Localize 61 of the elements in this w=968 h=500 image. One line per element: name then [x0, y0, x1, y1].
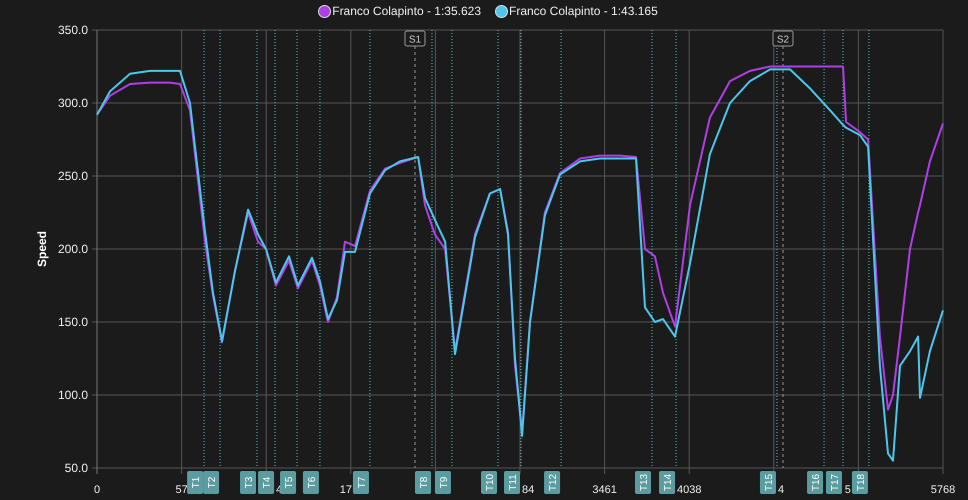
- turn-badge: T11: [504, 471, 520, 494]
- turn-badge: T7: [352, 471, 369, 494]
- ref-line-label: T13: [639, 473, 650, 492]
- axis-tick-label: 250.0: [58, 169, 88, 183]
- ref-line-label: T10: [485, 473, 496, 492]
- turn-badge: T5: [280, 471, 296, 494]
- legend-label[interactable]: Franco Colapinto - 1:35.623: [332, 4, 481, 18]
- ref-line-label: T3: [244, 476, 256, 488]
- axis-tick-label: 0: [94, 484, 100, 496]
- axis-tick-label: 150.0: [58, 315, 88, 329]
- ref-line-label: T18: [856, 473, 867, 492]
- axis-tick-label: 4038: [677, 484, 702, 496]
- legend-label[interactable]: Franco Colapinto - 1:43.165: [509, 4, 658, 18]
- turn-badge: T1: [187, 471, 204, 494]
- axis-tick-label: 5: [844, 484, 851, 496]
- ref-line-label: T7: [356, 476, 368, 488]
- turn-badge: T18: [852, 471, 868, 494]
- ref-line-label: T12: [548, 473, 560, 492]
- axis-tick-label: 17: [340, 484, 352, 496]
- ref-line-label: T14: [663, 473, 674, 492]
- turn-badge: T13: [635, 471, 651, 494]
- turn-badge: T12: [544, 471, 560, 494]
- axis-title: Speed: [35, 231, 49, 267]
- turn-badge: T9: [434, 471, 451, 494]
- axis-tick-label: 50.0: [64, 461, 88, 475]
- turn-badge: T16: [807, 471, 824, 494]
- ref-line-label: T15: [764, 473, 775, 492]
- ref-line-label: T11: [508, 474, 520, 491]
- axis-tick-label: 300.0: [58, 96, 88, 110]
- turn-badge: T2: [203, 471, 220, 494]
- ref-line-label: T4: [262, 476, 274, 488]
- ref-line-label: T1: [191, 476, 202, 488]
- turn-badge: T3: [240, 471, 256, 494]
- axis-tick-label: 200.0: [58, 242, 88, 256]
- turn-badge: T10: [481, 471, 497, 494]
- ref-line-label: T9: [438, 476, 450, 488]
- ref-line-label: S1: [408, 34, 422, 46]
- axis-tick-label: 84: [522, 484, 534, 496]
- ref-line-label: T6: [306, 476, 318, 488]
- turn-badge: T17: [826, 471, 842, 494]
- axis-tick-label: 350.0: [58, 23, 88, 37]
- axis-tick-label: 100.0: [58, 388, 88, 402]
- turn-badge: T8: [415, 471, 431, 494]
- turn-badge: T6: [302, 471, 319, 494]
- turn-badge: T4: [258, 471, 274, 494]
- turn-badge: T15: [760, 471, 776, 494]
- axis-tick-label: 57: [176, 484, 188, 496]
- turn-badge: T14: [659, 471, 676, 494]
- axis-tick-label: 3461: [592, 484, 617, 496]
- legend-dot[interactable]: [495, 4, 508, 18]
- ref-line-label: T17: [830, 473, 841, 492]
- sector-badge: S2: [772, 30, 794, 46]
- ref-line-label: T5: [284, 476, 296, 488]
- ref-line-label: T2: [207, 476, 218, 488]
- axis-tick-label: 5768: [930, 484, 956, 496]
- sector-badge: S1: [404, 30, 426, 46]
- ref-line-label: T16: [811, 473, 822, 492]
- ref-line-label: S2: [776, 34, 790, 46]
- ref-line-label: T8: [418, 476, 430, 488]
- legend-dot[interactable]: [318, 4, 332, 18]
- axis-tick-label: 4: [778, 484, 784, 496]
